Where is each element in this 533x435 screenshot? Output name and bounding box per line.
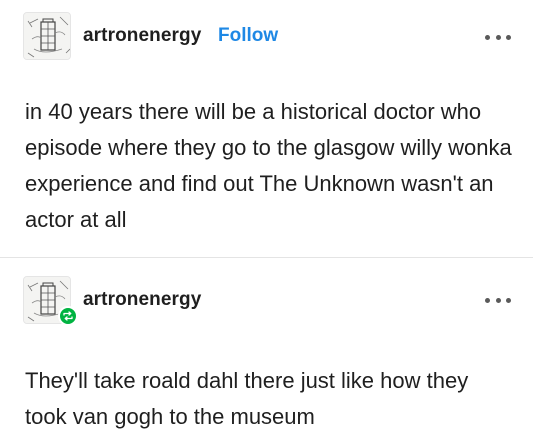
more-dot xyxy=(506,34,511,40)
post-body: They'll take roald dahl there just like … xyxy=(25,368,469,429)
tardis-sketch-icon xyxy=(24,13,70,59)
post-original: artronenergy Follow in 40 years there wi… xyxy=(0,0,533,258)
reblog-icon xyxy=(58,306,78,326)
more-options-icon[interactable] xyxy=(485,32,511,42)
more-dot xyxy=(506,297,511,303)
post-reblog: artronenergy They'll take roald dahl the… xyxy=(0,259,533,432)
follow-button[interactable]: Follow xyxy=(218,25,278,47)
more-dot xyxy=(485,297,490,303)
username[interactable]: artronenergy xyxy=(83,289,201,311)
post-divider xyxy=(0,257,533,258)
username[interactable]: artronenergy xyxy=(83,25,201,47)
more-options-icon[interactable] xyxy=(485,295,511,305)
more-dot xyxy=(495,297,501,303)
avatar[interactable] xyxy=(23,12,71,60)
more-dot xyxy=(495,34,501,40)
post-body: in 40 years there will be a historical d… xyxy=(25,99,512,232)
reblog-arrows-icon xyxy=(63,311,73,321)
more-dot xyxy=(485,34,490,40)
